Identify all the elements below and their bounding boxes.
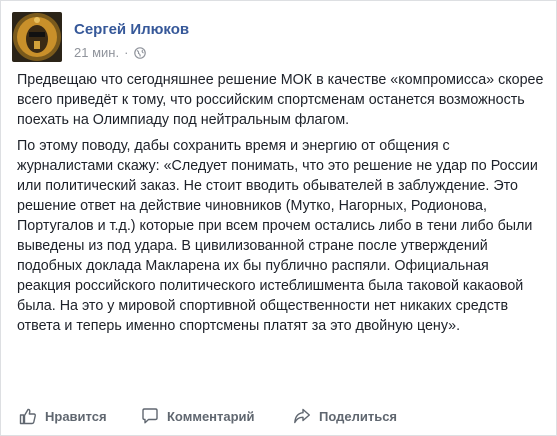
author-avatar[interactable] — [12, 12, 62, 62]
meta-separator: · — [124, 45, 129, 60]
post-paragraph-2: По этому поводу, дабы сохранить время и … — [17, 138, 538, 334]
thumbs-up-icon — [19, 407, 37, 425]
avatar-image — [12, 12, 62, 62]
post-actions: Нравится Комментарий Поделиться — [1, 402, 556, 430]
comment-icon — [141, 407, 159, 425]
post-meta: 21 мин. · — [74, 45, 147, 60]
globe-icon[interactable] — [134, 46, 147, 59]
like-button[interactable]: Нравится — [19, 402, 107, 430]
like-label: Нравится — [45, 408, 107, 424]
post-body: Предвещаю что сегодняшнее решение МОК в … — [17, 70, 545, 342]
comment-button[interactable]: Комментарий — [141, 402, 255, 430]
author-name[interactable]: Сергей Илюков — [74, 21, 189, 38]
post-timestamp[interactable]: 21 мин. — [74, 45, 119, 60]
comment-label: Комментарий — [167, 408, 255, 424]
share-button[interactable]: Поделиться — [293, 402, 397, 430]
share-icon — [293, 407, 311, 425]
share-label: Поделиться — [319, 408, 398, 424]
post-paragraph-1: Предвещаю что сегодняшнее решение МОК в … — [17, 72, 544, 128]
post-card: Сергей Илюков 21 мин. · Предвещаю что се… — [0, 0, 557, 436]
